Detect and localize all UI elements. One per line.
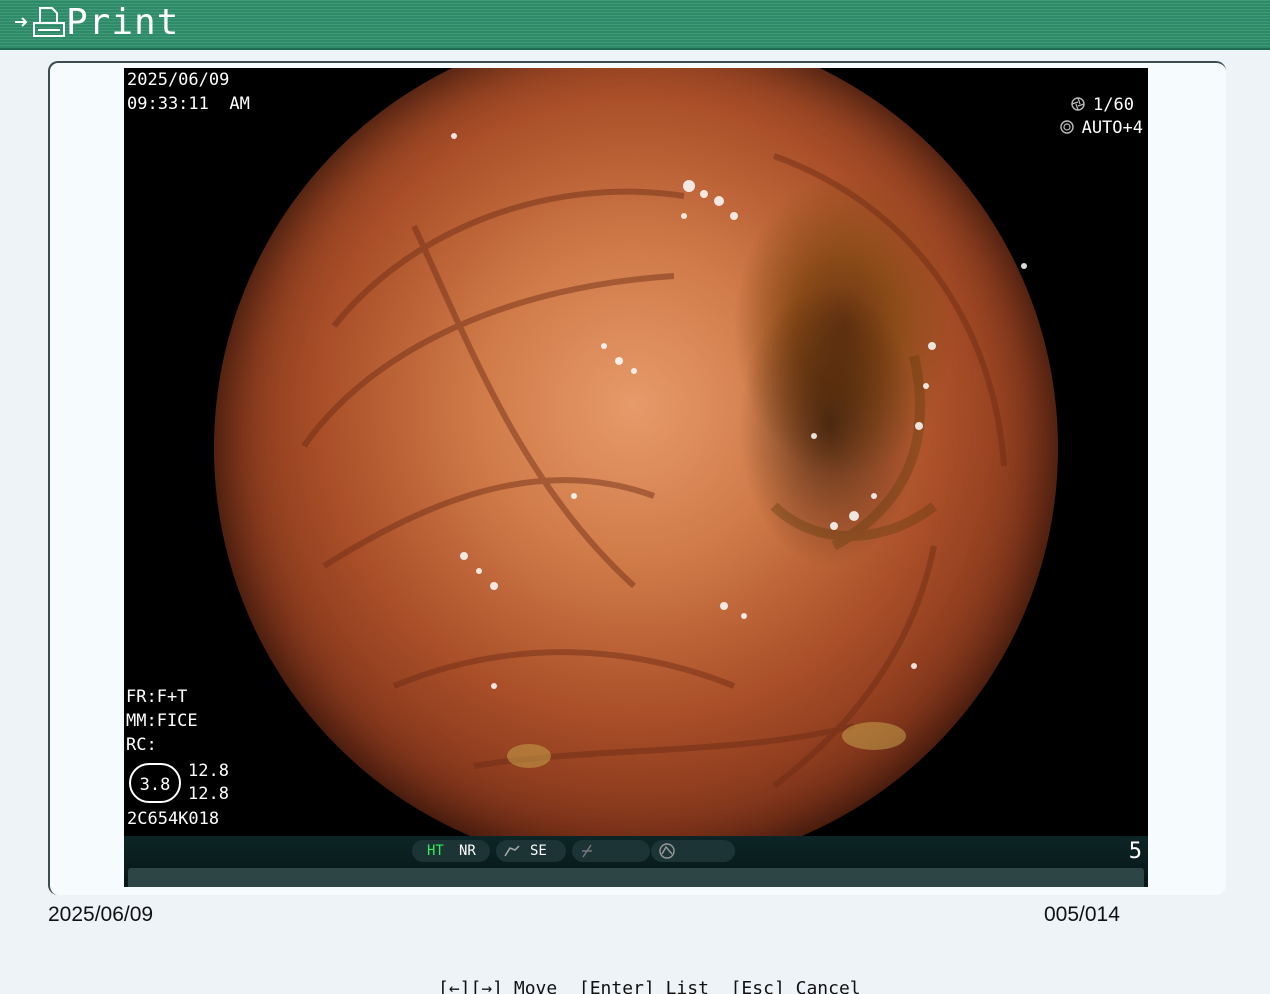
exposure-icon: [1059, 120, 1074, 134]
printer-icon: [33, 7, 65, 37]
zoom-factor-badge: 3.8: [129, 763, 181, 803]
d-pill: [651, 840, 735, 862]
key-help: [←][→] Move [Enter] List [Esc] Cancel: [438, 978, 861, 994]
status-bar: [128, 868, 1144, 887]
image-time: 09:33:11 AM: [127, 94, 250, 114]
d-icon: [659, 843, 675, 859]
shutter-icon: [1071, 97, 1085, 111]
shutter-readout: 1/60: [1071, 93, 1134, 117]
rc-label: RC:: [126, 735, 157, 755]
endoscope-image[interactable]: 2025/06/09 09:33:11 AM 1/60 AUTO+4 FR:F+…: [124, 68, 1148, 836]
se-indicator: SE: [530, 843, 547, 859]
endoscope-view: [214, 68, 1058, 836]
capture-date: 2025/06/09: [48, 903, 154, 926]
zoom-level: 5: [1128, 839, 1142, 864]
ht-nr-pill: HT NR: [412, 840, 490, 862]
window-title: Print: [66, 2, 180, 43]
value-1: 12.8: [188, 761, 229, 781]
value-2: 12.8: [188, 784, 229, 804]
mm-label: MM:FICE: [126, 711, 198, 731]
nr-indicator: NR: [459, 843, 476, 859]
exposure-readout: AUTO+4: [1059, 116, 1143, 140]
serial-number: 2C654K018: [127, 809, 220, 829]
image-date: 2025/06/09: [127, 70, 230, 90]
shutter-value: 1/60: [1093, 95, 1134, 115]
status-strip: HT NR SE 5: [124, 836, 1148, 887]
se-curve-icon: [504, 845, 520, 857]
exposure-value: AUTO+4: [1081, 118, 1143, 138]
ht-indicator: HT: [427, 843, 444, 859]
mucosa-texture: [301, 133, 1027, 789]
c-pill: [572, 840, 650, 862]
se-pill: SE: [496, 840, 566, 862]
fr-label: FR:F+T: [126, 687, 188, 707]
page-counter: 005/014: [1044, 903, 1120, 926]
title-bar: Print: [0, 0, 1270, 50]
arrow-right-icon: [15, 17, 28, 27]
c-icon: [582, 844, 592, 858]
print-screen: Print 2025/06/09 09:33:11 AM 1/60 AUTO+4…: [0, 0, 1270, 994]
